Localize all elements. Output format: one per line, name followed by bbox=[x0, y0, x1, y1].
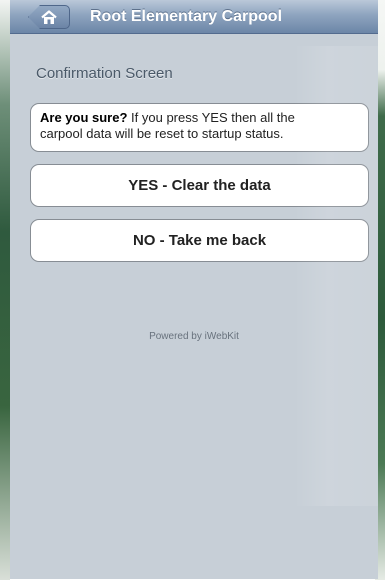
home-icon bbox=[41, 10, 57, 24]
message-emphasis: Are you sure? bbox=[40, 110, 128, 125]
message-line-1: Are you sure? If you press YES then all … bbox=[40, 110, 360, 126]
home-button[interactable] bbox=[28, 5, 70, 29]
yes-clear-button[interactable]: YES - Clear the data bbox=[30, 164, 369, 207]
message-text-1: If you press YES then all the bbox=[127, 110, 295, 125]
message-line-2: carpool data will be reset to startup st… bbox=[40, 126, 284, 141]
no-back-button[interactable]: NO - Take me back bbox=[30, 219, 369, 262]
top-bar: Root Elementary Carpool bbox=[10, 0, 378, 34]
confirmation-message-box: Are you sure? If you press YES then all … bbox=[30, 103, 369, 152]
no-back-button-label: NO - Take me back bbox=[132, 232, 267, 249]
page-title: Root Elementary Carpool bbox=[89, 8, 283, 25]
background-left bbox=[0, 0, 10, 580]
powered-by: Powered by iWebKit bbox=[149, 331, 239, 342]
mobile-page: Root Elementary Carpool Confirmation Scr… bbox=[10, 0, 378, 579]
section-title: Confirmation Screen bbox=[36, 65, 173, 82]
yes-clear-button-label: YES - Clear the data bbox=[128, 177, 271, 194]
